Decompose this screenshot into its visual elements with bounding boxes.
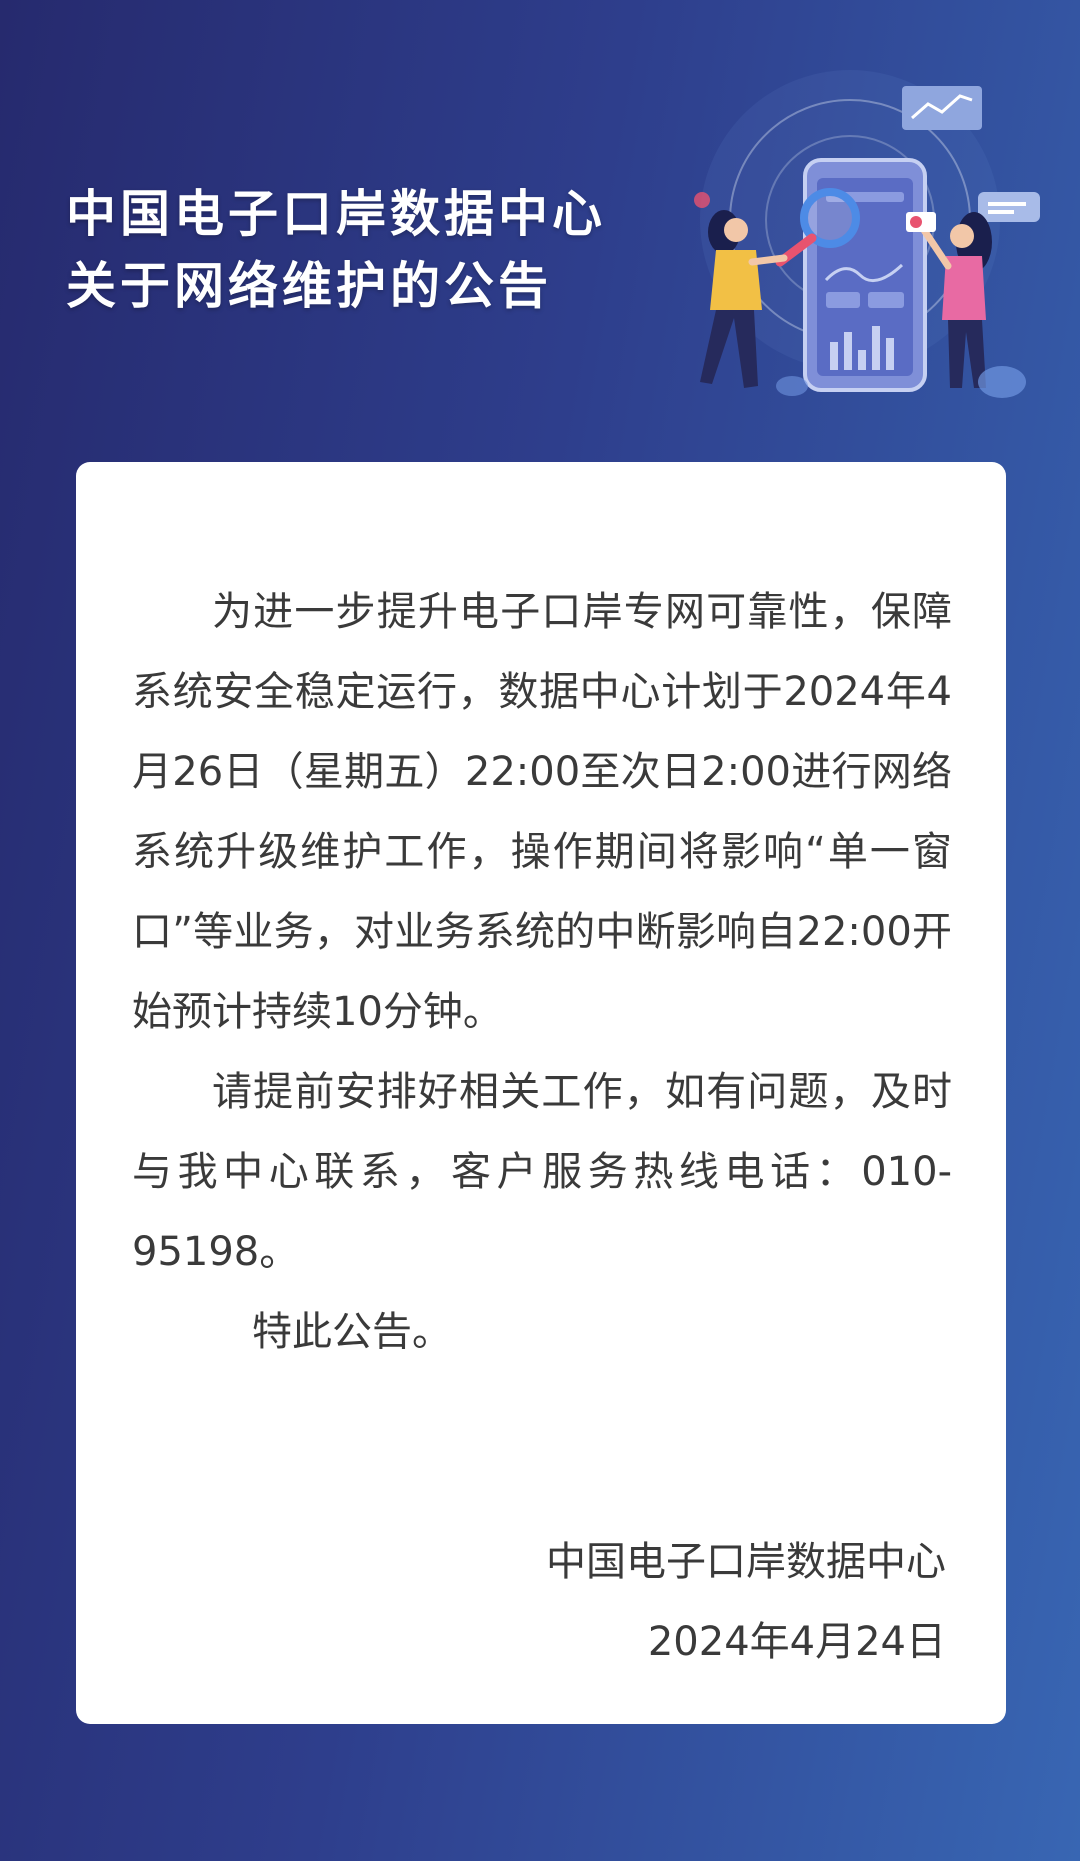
notice-card: 为进一步提升电子口岸专网可靠性，保障系统安全稳定运行，数据中心计划于2024年4… [76, 462, 1006, 1724]
notice-body: 为进一步提升电子口岸专网可靠性，保障系统安全稳定运行，数据中心计划于2024年4… [132, 572, 952, 1372]
title-line-2: 关于网络维护的公告 [66, 256, 552, 315]
chat-bubble-icon [978, 192, 1040, 222]
issuer-name: 中国电子口岸数据中心 [546, 1539, 946, 1585]
notice-footer: 中国电子口岸数据中心 2024年4月24日 [546, 1522, 946, 1682]
notice-paragraph-1: 为进一步提升电子口岸专网可靠性，保障系统安全稳定运行，数据中心计划于2024年4… [132, 589, 952, 1035]
notice-signoff: 特此公告。 [252, 1309, 452, 1355]
issue-date: 2024年4月24日 [647, 1619, 946, 1665]
chart-card-icon [902, 86, 982, 130]
header-illustration [694, 70, 1040, 398]
page-title: 中国电子口岸数据中心 关于网络维护的公告 [66, 178, 706, 322]
notice-paragraph-2: 请提前安排好相关工作，如有问题，及时与我中心联系，客户服务热线电话：010-95… [132, 1069, 952, 1275]
title-line-1: 中国电子口岸数据中心 [66, 184, 606, 243]
